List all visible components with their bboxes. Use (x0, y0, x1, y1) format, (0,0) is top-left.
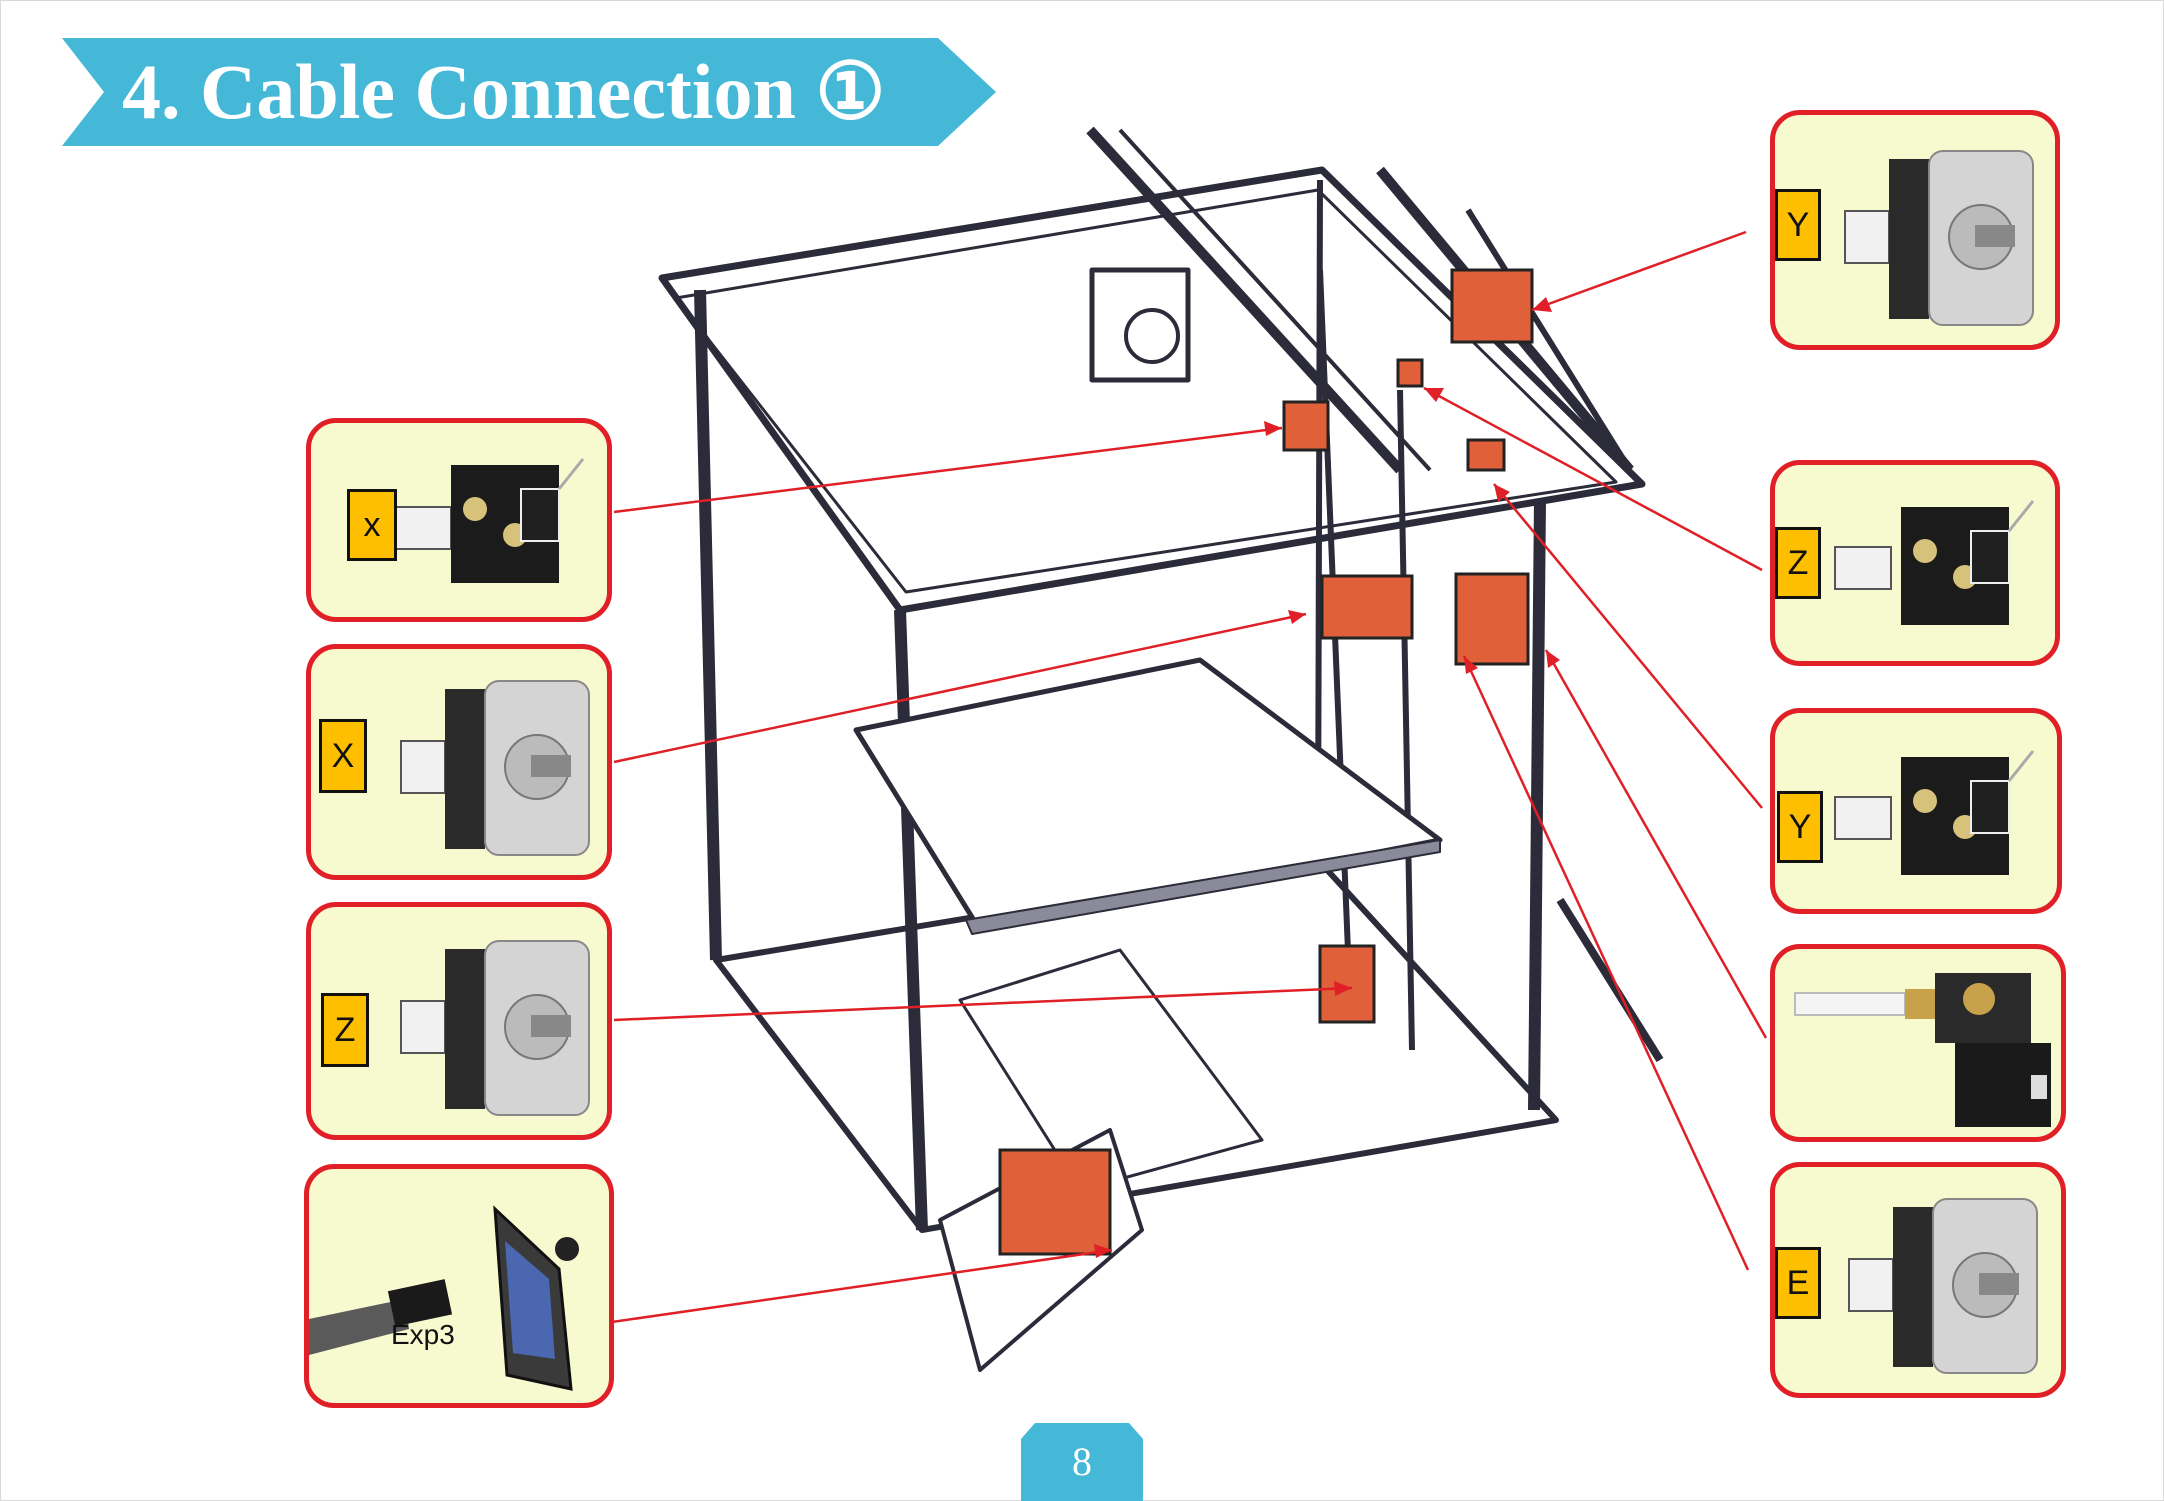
y-endstop-part (1466, 438, 1506, 472)
y-motor-part (1450, 268, 1534, 344)
label-x-motor: X (319, 719, 367, 793)
endstop-switch-icon (1834, 500, 2035, 625)
label-exp3: Exp3 (391, 1319, 455, 1350)
lcd-screen-part (998, 1148, 1112, 1256)
stepper-motor-icon (1848, 1198, 2038, 1374)
z-endstop-part (1396, 358, 1424, 388)
callout-y-motor: Y (1770, 110, 2060, 350)
callout-extruder (1770, 944, 2066, 1142)
label-z-endstop: Z (1775, 527, 1821, 599)
callout-e-motor: E (1770, 1162, 2066, 1398)
label-y-endstop: Y (1777, 791, 1823, 863)
callout-display: Exp3 (304, 1164, 614, 1408)
extruder-assembly-icon (1794, 973, 2051, 1127)
callout-x-endstop: x (306, 418, 612, 622)
label-y-motor: Y (1775, 189, 1821, 261)
label-z-motor: Z (321, 993, 369, 1067)
page-number: 8 (1072, 1439, 1092, 1484)
endstop-switch-icon (394, 458, 585, 583)
x-motor-part (1320, 574, 1414, 640)
label-e-motor: E (1775, 1247, 1821, 1319)
callout-x-motor: X (306, 644, 612, 880)
x-endstop-part (1282, 400, 1330, 452)
e-motor-part (1454, 572, 1530, 666)
stepper-motor-icon (400, 680, 590, 856)
callout-z-endstop: Z (1770, 460, 2060, 666)
stepper-motor-icon (1844, 150, 2034, 326)
z-motor-part (1318, 944, 1376, 1024)
label-x-endstop: x (347, 489, 397, 561)
lcd-display-icon (309, 1205, 579, 1391)
endstop-switch-icon (1834, 750, 2035, 875)
callout-z-motor: Z (306, 902, 612, 1140)
stepper-motor-icon (400, 940, 590, 1116)
callout-y-endstop: Y (1770, 708, 2062, 914)
